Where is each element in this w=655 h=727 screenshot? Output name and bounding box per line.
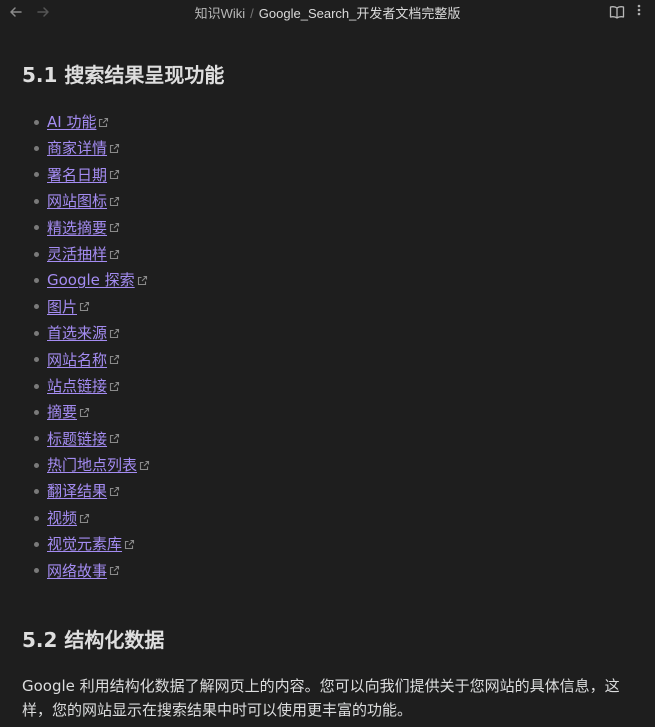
bullet <box>34 225 39 231</box>
external-link-icon <box>109 487 120 497</box>
bullet <box>34 119 39 125</box>
list-item: 热门地点列表 <box>22 452 150 478</box>
bullet <box>34 489 39 495</box>
external-link-icon <box>109 328 120 338</box>
section-heading-5-1: 5.1 搜索结果呈现功能 <box>22 63 225 87</box>
bullet <box>34 198 39 204</box>
external-link-icon <box>109 355 120 365</box>
external-link-icon <box>99 117 109 127</box>
breadcrumb-vault[interactable]: 知识Wiki <box>195 6 246 21</box>
bullet <box>34 357 39 363</box>
list-item: 署名日期 <box>22 162 150 188</box>
link-flexible-sampling[interactable]: 灵活抽样 <box>47 241 107 267</box>
list-item: 视频 <box>22 505 150 531</box>
bullet <box>34 568 39 574</box>
list-item: AI 功能 <box>22 109 150 135</box>
bullet <box>34 515 39 521</box>
bullet <box>34 409 39 415</box>
link-sitelinks[interactable]: 站点链接 <box>47 373 107 399</box>
list-item: 商家详情 <box>22 135 150 161</box>
breadcrumb-title[interactable]: Google_Search_开发者文档完整版 <box>259 6 461 21</box>
list-item: 灵活抽样 <box>22 241 150 267</box>
list-item: 首选来源 <box>22 320 150 346</box>
bullet <box>34 278 39 284</box>
bullet <box>34 383 39 389</box>
bullet <box>34 541 39 547</box>
link-top-places-list[interactable]: 热门地点列表 <box>47 452 137 478</box>
bullet <box>34 304 39 310</box>
link-featured-snippet[interactable]: 精选摘要 <box>47 215 107 241</box>
list-item: 图片 <box>22 294 150 320</box>
link-favicon[interactable]: 网站图标 <box>47 188 107 214</box>
bullet <box>34 172 39 178</box>
external-link-icon <box>79 513 90 523</box>
link-translated-results[interactable]: 翻译结果 <box>47 478 107 504</box>
external-link-icon <box>79 407 90 418</box>
external-link-icon <box>109 170 120 180</box>
link-site-name[interactable]: 网站名称 <box>47 347 107 373</box>
link-merchant-details[interactable]: 商家详情 <box>47 135 107 161</box>
link-preferred-sources[interactable]: 首选来源 <box>47 320 107 346</box>
external-link-icon <box>124 539 135 549</box>
section-heading-5-2: 5.2 结构化数据 <box>22 628 165 652</box>
external-link-icon <box>139 460 150 470</box>
link-videos[interactable]: 视频 <box>47 505 77 531</box>
external-link-icon <box>79 302 90 312</box>
link-snippet[interactable]: 摘要 <box>47 399 77 425</box>
feature-link-list: AI 功能 商家详情 署名日期 网站图标 精选摘要 灵活抽样 Google 探索… <box>22 109 150 584</box>
breadcrumb: 知识Wiki / Google_Search_开发者文档完整版 <box>0 3 655 22</box>
external-link-icon <box>137 275 147 286</box>
link-visual-elements-gallery[interactable]: 视觉元素库 <box>47 531 122 557</box>
breadcrumb-separator: / <box>250 6 254 21</box>
bullet <box>34 330 39 336</box>
list-item: 网站图标 <box>22 188 150 214</box>
bullet <box>34 462 39 468</box>
link-images[interactable]: 图片 <box>47 294 77 320</box>
list-item: 翻译结果 <box>22 478 150 504</box>
external-link-icon <box>109 196 120 206</box>
link-byline-date[interactable]: 署名日期 <box>47 162 107 188</box>
external-link-icon <box>109 144 120 154</box>
list-item: 精选摘要 <box>22 215 150 241</box>
title-bar: 知识Wiki / Google_Search_开发者文档完整版 <box>0 0 655 23</box>
list-item: 网络故事 <box>22 558 150 584</box>
bullet <box>34 251 39 257</box>
list-item: Google 探索 <box>22 267 150 293</box>
link-google-discover[interactable]: Google 探索 <box>47 267 135 293</box>
list-item: 摘要 <box>22 399 150 425</box>
list-item: 网站名称 <box>22 347 150 373</box>
reading-view-icon[interactable] <box>609 4 625 19</box>
external-link-icon <box>109 223 120 233</box>
link-ai-features[interactable]: AI 功能 <box>47 109 96 135</box>
bullet <box>34 146 39 152</box>
more-options-icon[interactable] <box>631 3 647 19</box>
external-link-icon <box>109 249 120 259</box>
link-web-stories[interactable]: 网络故事 <box>47 558 107 584</box>
list-item: 标题链接 <box>22 426 150 452</box>
external-link-icon <box>109 381 120 391</box>
external-link-icon <box>109 566 120 576</box>
list-item: 站点链接 <box>22 373 150 399</box>
link-title-links[interactable]: 标题链接 <box>47 426 107 452</box>
list-item: 视觉元素库 <box>22 531 150 557</box>
bullet <box>34 436 39 442</box>
structured-data-paragraph: Google 利用结构化数据了解网页上的内容。您可以向我们提供关于您网站的具体信… <box>22 677 620 719</box>
external-link-icon <box>109 434 120 444</box>
